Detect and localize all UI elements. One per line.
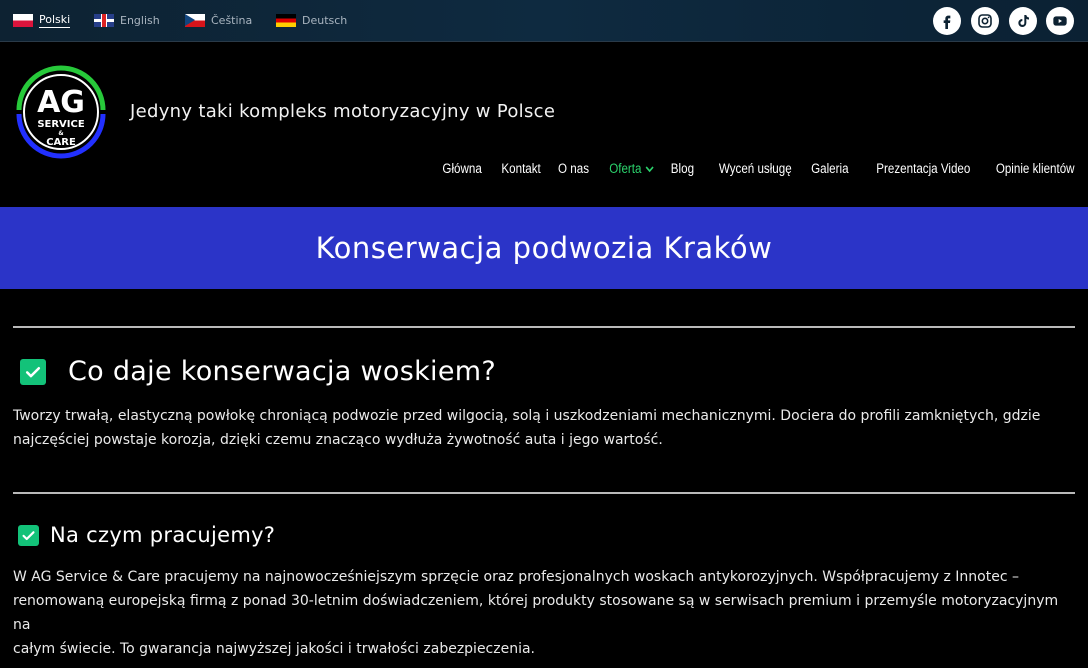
facebook-icon	[943, 15, 951, 29]
nav-item-kontakt[interactable]: Kontakt	[501, 161, 540, 176]
main-nav: Główna Kontakt O nas Oferta Blog Wyceń u…	[423, 161, 1075, 176]
site-tagline: Jedyny taki kompleks motoryzacyjny w Pol…	[130, 101, 556, 122]
check-icon	[20, 358, 46, 385]
nav-item-o-nas[interactable]: O nas	[558, 161, 589, 176]
section-text: Tworzy trwałą, elastyczną powłokę chroni…	[13, 404, 1077, 452]
text-line: najczęściej powstaje korozja, dzięki cze…	[13, 432, 663, 448]
youtube-icon	[1053, 16, 1067, 26]
lang-label: Polski	[39, 12, 71, 28]
lang-polski[interactable]: Polski	[13, 12, 71, 28]
logo-care-text: CARE	[46, 137, 76, 148]
divider	[13, 492, 1075, 494]
nav-label: Główna	[442, 161, 482, 176]
nav-item-prezentacja-video[interactable]: Prezentacja Video	[876, 161, 970, 176]
tiktok-link[interactable]	[1009, 7, 1037, 35]
text-line: W AG Service & Care pracujemy na najnowo…	[13, 569, 1019, 585]
poland-flag-icon	[13, 13, 33, 27]
nav-label: Galeria	[810, 161, 849, 176]
nav-item-galeria[interactable]: Galeria	[811, 161, 848, 176]
section-heading: Co daje konserwacja woskiem?	[20, 356, 496, 387]
lang-label: Deutsch	[302, 13, 348, 27]
page-banner: Konserwacja podwozia Kraków	[0, 207, 1088, 289]
lang-label: English	[120, 13, 160, 27]
logo-amp-text: &	[58, 130, 63, 137]
nav-item-blog[interactable]: Blog	[671, 161, 694, 176]
youtube-link[interactable]	[1046, 7, 1074, 35]
lang-deutsch[interactable]: Deutsch	[276, 12, 347, 28]
instagram-link[interactable]	[971, 7, 999, 35]
lang-label: Čeština	[211, 13, 253, 27]
germany-flag-icon	[276, 13, 296, 27]
section-text: W AG Service & Care pracujemy na najnowo…	[13, 565, 1077, 661]
nav-label: Oferta	[609, 161, 642, 176]
section-heading: Na czym pracujemy?	[18, 523, 275, 547]
language-bar: Polski English Čeština Deutsch	[0, 0, 1088, 42]
text-line: Tworzy trwałą, elastyczną powłokę chroni…	[13, 408, 1041, 424]
tiktok-icon	[1018, 15, 1029, 27]
text-line: całym świecie. To gwarancja najwyższej j…	[13, 641, 536, 657]
nav-label: Blog	[670, 161, 694, 176]
divider	[13, 326, 1075, 328]
section-title: Co daje konserwacja woskiem?	[68, 356, 496, 387]
chevron-down-icon	[645, 165, 654, 172]
nav-label: Wyceń usługę	[718, 161, 792, 176]
facebook-link[interactable]	[933, 7, 961, 35]
nav-label: O nas	[558, 161, 590, 176]
lang-english[interactable]: English	[94, 12, 160, 28]
czech-flag-icon	[185, 13, 205, 27]
nav-label: Kontakt	[500, 161, 541, 176]
check-icon	[18, 524, 39, 546]
lang-cestina[interactable]: Čeština	[185, 12, 252, 28]
text-line: renomowaną europejską firmą z ponad 30-l…	[13, 593, 1059, 633]
uk-flag-icon	[94, 13, 114, 27]
nav-item-glowna[interactable]: Główna	[442, 161, 481, 176]
nav-item-wycen-usluge[interactable]: Wyceń usługę	[719, 161, 792, 176]
instagram-icon	[978, 14, 992, 28]
logo-service-text: SERVICE	[37, 119, 85, 130]
logo-ag-text: AG	[37, 85, 85, 120]
nav-label: Prezentacja Video	[876, 161, 971, 176]
page-title: Konserwacja podwozia Kraków	[315, 231, 773, 265]
nav-item-opinie-klientow[interactable]: Opinie klientów	[996, 161, 1075, 176]
nav-item-oferta[interactable]: Oferta	[610, 161, 654, 176]
nav-label: Opinie klientów	[996, 161, 1075, 176]
ag-service-care-logo[interactable]: AG SERVICE & CARE	[13, 64, 109, 160]
section-title: Na czym pracujemy?	[50, 523, 276, 547]
